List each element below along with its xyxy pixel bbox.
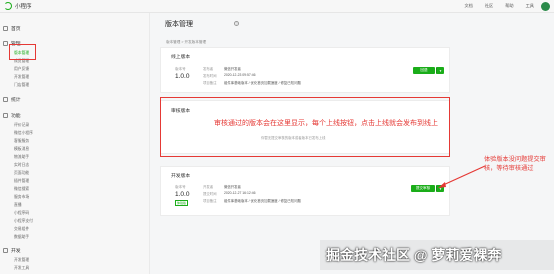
version-number: 1.0.0 [175,191,190,198]
version-label: 版本号 [175,67,186,71]
meta-value: 组件库基础版本 / 优化首页加载速度 / 修复已知问题 [224,81,301,85]
sidebar-item[interactable]: 客服服务 [14,139,29,144]
meta-value: 2020-12-27 16:12:46 [224,191,256,195]
sidebar-item[interactable]: 微信搜索 [14,187,29,192]
dev-annotation-text: 体验版本没问题提交审核，等待审核通过 [484,156,546,172]
sidebar-item[interactable]: 实时日志 [14,163,29,168]
review-annotation-text: 审核通过的版本会在这里显示，每个上线按钮，点击上线就会发布到线上 [214,120,438,127]
card-title: 线上版本 [171,55,191,60]
nav-docs[interactable]: 文档 [464,3,472,9]
version-number: 1.0.0 [175,73,190,80]
meta-value: 组件库基础版本 / 优化首页加载速度 / 修复已知问题 [224,199,301,203]
sidebar-item[interactable]: 直播 [14,203,22,208]
meta-label: 项目备注 [203,81,217,85]
meta-value: 2020-12-23 09:57:46 [224,73,256,77]
sidebar-group-stats[interactable]: 统计 [3,96,21,103]
sidebar-item-dev-manage[interactable]: 开发管理 [14,75,29,80]
features-icon [3,113,8,118]
manage-icon [3,41,8,46]
sidebar-item[interactable]: 交易组件 [14,227,29,232]
sidebar-item[interactable]: 小程序码 [14,211,29,216]
meta-label: 提交时间 [203,192,217,196]
sidebar-item-feedback[interactable]: 用户反馈 [14,67,29,72]
meta-label: 项目备注 [203,199,217,203]
dev-version-card: 开发版本 版本号 1.0.0 体验版 开发者 微信开发者 提交时间 2020-1… [160,166,450,216]
sidebar-item[interactable]: 评价记录 [14,123,29,128]
card-title: 开发版本 [171,174,191,179]
submit-review-button[interactable]: 提交审核 [411,185,435,192]
sidebar-item[interactable]: 微信小程序 [14,131,33,136]
sidebar-group-dev[interactable]: 开发 [3,247,21,254]
sidebar-item[interactable]: 开发工具 [14,266,29,271]
version-label: 版本号 [175,185,186,189]
top-bar: 小程序 文档 社区 帮助 工具 [0,0,554,13]
sidebar-item[interactable]: 模板消息 [14,147,29,152]
sidebar-item[interactable]: 数据助手 [14,235,29,240]
sidebar-item[interactable]: 物流助手 [14,155,29,160]
watermark-text: 掘金技术社区 @ 萝莉爱裸奔 [326,247,502,263]
sidebar-item-stores[interactable]: 门店管理 [14,83,29,88]
breadcrumb: 版本管理 > 开发版本管理 [166,40,207,44]
meta-label: 发布者 [203,67,214,71]
sidebar-highlight-box [9,44,36,60]
logo-icon [4,2,12,10]
online-version-card: 线上版本 版本号 1.0.0 发布者 微信开发者 发布时间 2020-12-23… [160,47,450,93]
meta-value: 微信开发者 [224,67,241,71]
meta-label: 发布时间 [203,74,217,78]
sidebar-item[interactable]: 页面功能 [14,171,29,176]
avatar[interactable] [541,2,550,11]
help-icon[interactable]: ? [234,21,239,26]
page-title: 版本管理 [165,21,193,28]
nav-help[interactable]: 帮助 [505,3,513,9]
sidebar-item[interactable]: 服务市场 [14,195,29,200]
dev-icon [3,248,8,253]
home-icon [3,26,8,31]
meta-value: 微信开发者 [224,185,241,189]
trial-badge: 体验版 [175,200,189,206]
stats-icon [3,97,8,102]
chevron-down-icon[interactable]: ▾ [436,67,444,74]
sidebar-item[interactable]: 开发管理 [14,258,29,263]
sidebar-group-features[interactable]: 功能 [3,112,21,119]
rollback-button[interactable]: 回退 [413,67,435,74]
sidebar-item[interactable]: 插件管理 [14,179,29,184]
meta-label: 开发者 [203,185,214,189]
top-nav: 文档 社区 帮助 工具 [464,3,534,9]
sidebar-group-home[interactable]: 首页 [3,25,21,32]
nav-tools[interactable]: 工具 [526,3,534,9]
app-title: 小程序 [15,4,32,10]
app-logo[interactable]: 小程序 [4,2,32,10]
nav-community[interactable]: 社区 [485,3,493,9]
sidebar-item[interactable]: 小程序支付 [14,219,33,224]
